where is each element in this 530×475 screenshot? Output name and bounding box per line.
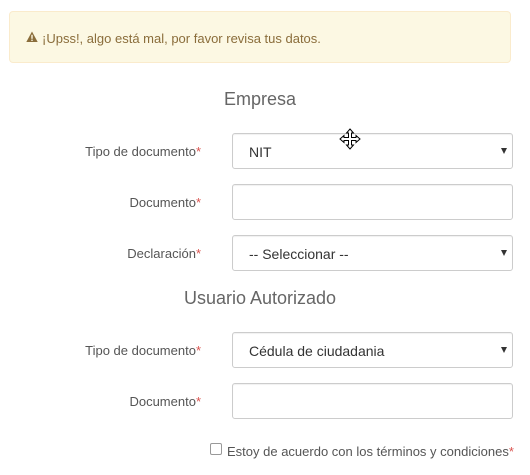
warning-icon [26, 31, 38, 42]
empresa-documento-label: Documento* [129, 195, 201, 210]
required-marker: * [508, 444, 514, 459]
usuario-tipo-documento-select[interactable]: Cédula de ciudadania [232, 332, 513, 368]
select-value: -- Seleccionar -- [249, 246, 349, 262]
usuario-documento-input[interactable] [232, 383, 513, 419]
empresa-tipo-documento-select[interactable]: NIT [232, 133, 513, 169]
warning-alert: ¡Upss!, algo está mal, por favor revisa … [9, 11, 511, 63]
chevron-down-icon [501, 148, 507, 154]
select-value: NIT [249, 144, 272, 160]
section-title-usuario-autorizado: Usuario Autorizado [183, 288, 337, 308]
empresa-documento-input[interactable] [232, 184, 513, 220]
terms-checkbox[interactable] [210, 443, 222, 455]
move-cursor-icon [339, 128, 361, 150]
terms-label[interactable]: Estoy de acuerdo con los términos y cond… [227, 444, 514, 459]
empresa-tipo-documento-label: Tipo de documento* [85, 144, 201, 159]
required-marker: * [195, 246, 201, 261]
alert-message: ¡Upss!, algo está mal, por favor revisa … [42, 31, 321, 46]
usuario-tipo-documento-label: Tipo de documento* [85, 343, 201, 358]
required-marker: * [195, 394, 201, 409]
required-marker: * [195, 144, 201, 159]
chevron-down-icon [501, 250, 507, 256]
usuario-documento-label: Documento* [129, 394, 201, 409]
chevron-down-icon [501, 347, 507, 353]
section-title-empresa: Empresa [223, 89, 297, 109]
select-value: Cédula de ciudadania [249, 343, 385, 359]
required-marker: * [195, 195, 201, 210]
required-marker: * [195, 343, 201, 358]
empresa-declaracion-select[interactable]: -- Seleccionar -- [232, 235, 513, 271]
empresa-declaracion-label: Declaración* [127, 246, 201, 261]
